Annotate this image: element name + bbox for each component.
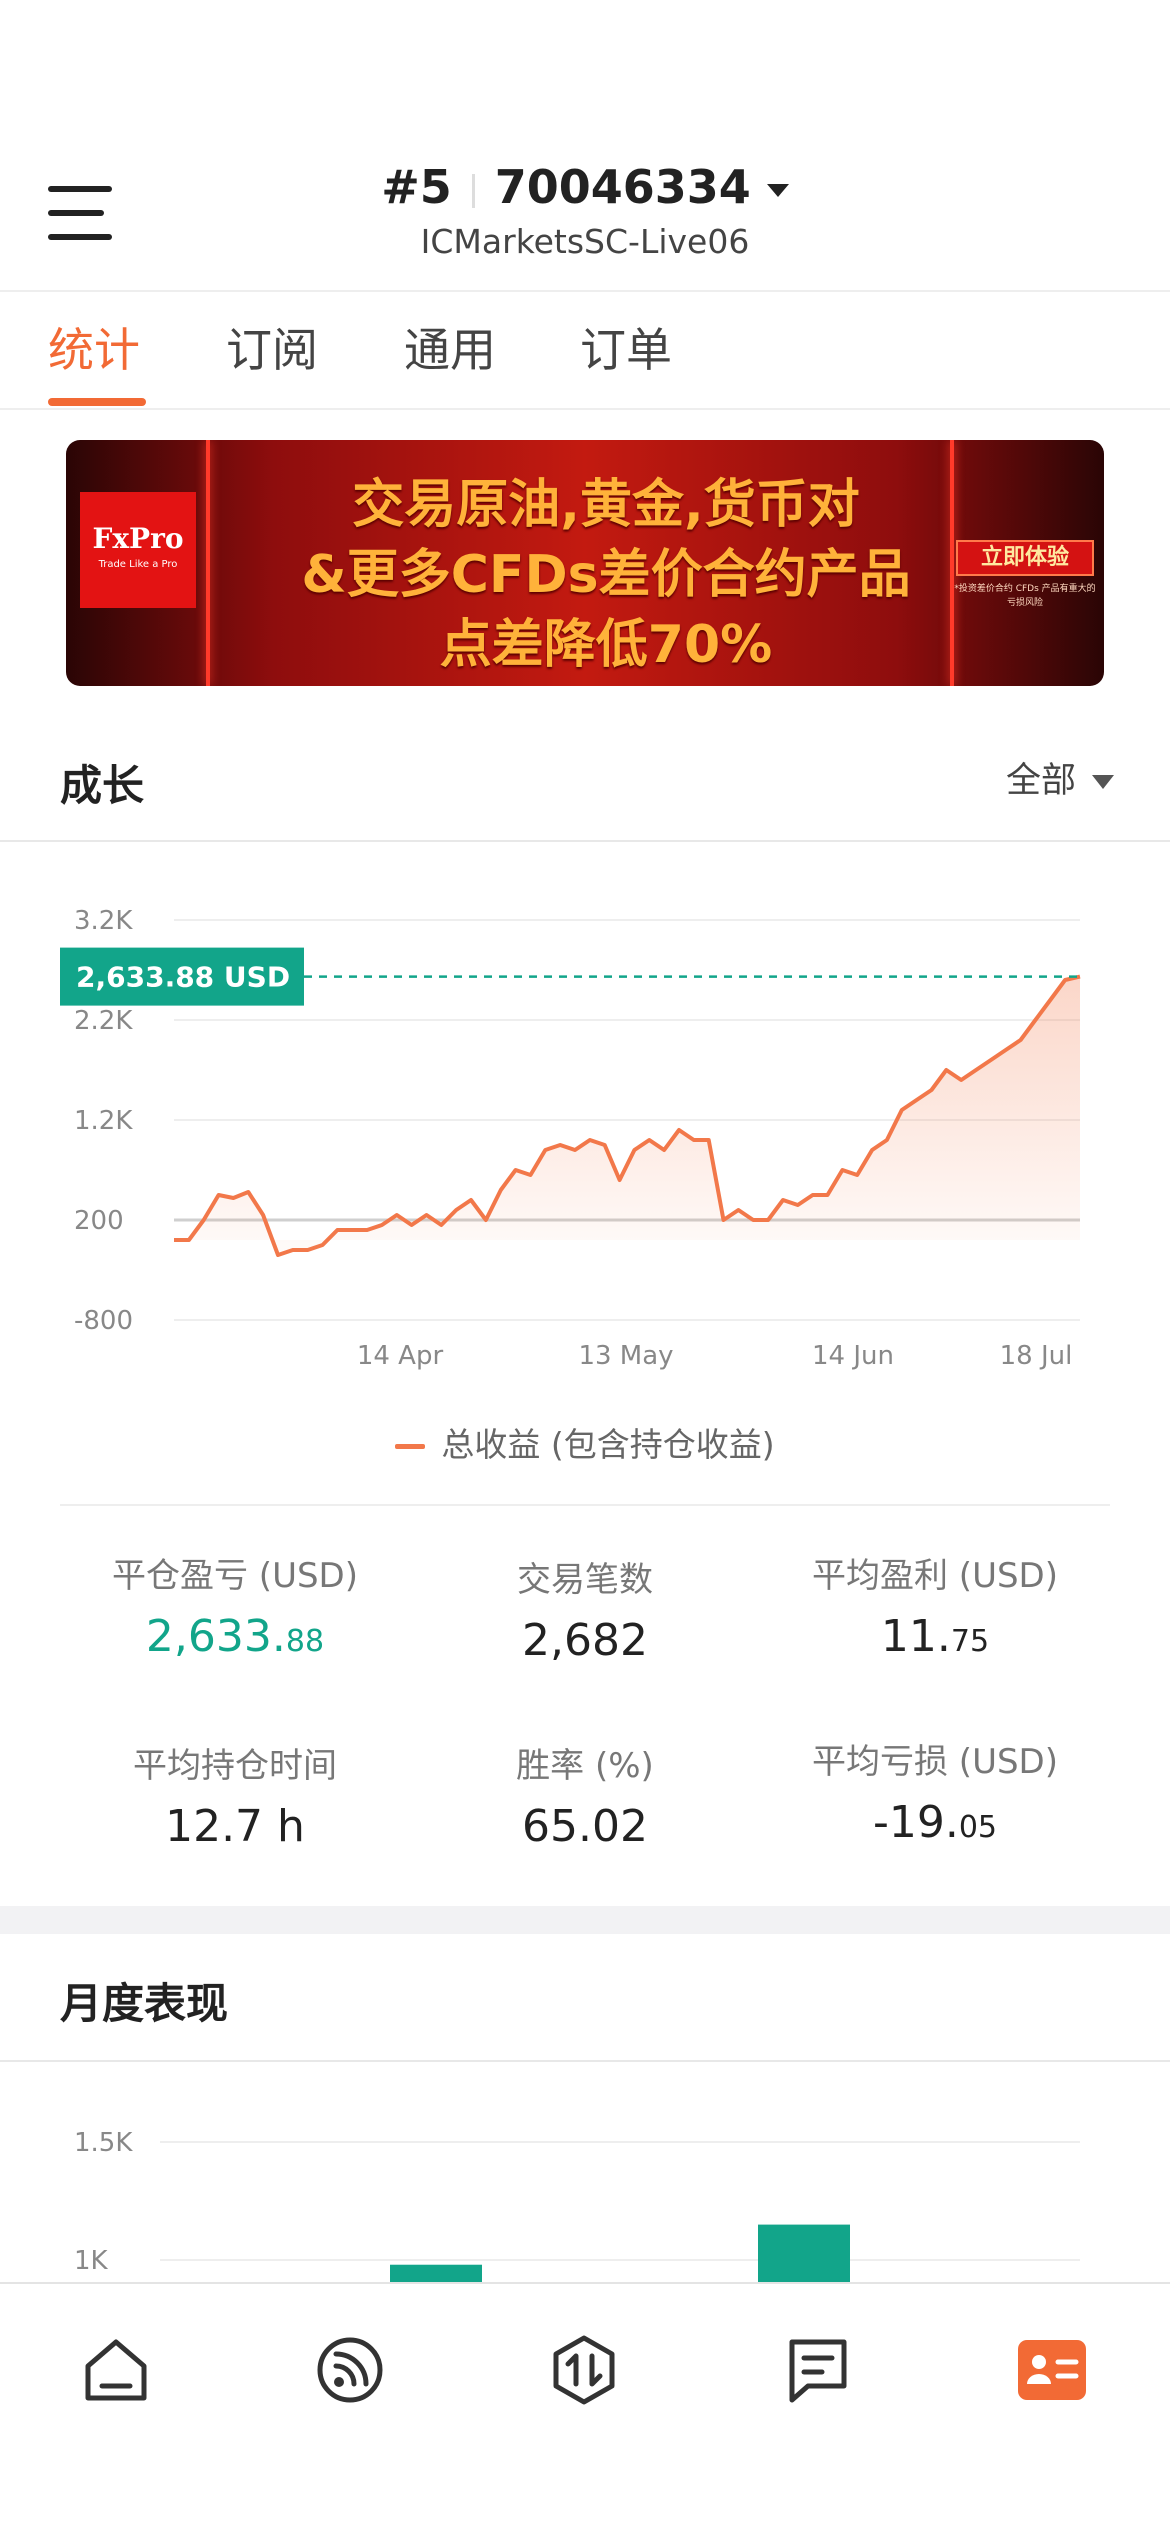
y-tick-label: -800 xyxy=(74,1306,133,1336)
current-value-badge: 2,633.88 USD xyxy=(60,947,304,1006)
separator xyxy=(471,173,475,208)
stat-label: 平均亏损 (USD) xyxy=(812,1742,1058,1782)
stat-label: 交易笔数 xyxy=(517,1560,653,1600)
monthly-chart[interactable]: 1.5K 1K xyxy=(0,2064,1170,2282)
x-tick-label: 18 Jul xyxy=(1000,1341,1073,1371)
stat-int: 2,682 xyxy=(522,1615,648,1666)
stat-int: 11. xyxy=(880,1611,951,1662)
stat-value: 2,633.88 xyxy=(40,1611,430,1662)
monthly-bar[interactable] xyxy=(758,2224,850,2282)
y-tick-label: 2.2K xyxy=(74,1006,133,1036)
stat-value: 11.75 xyxy=(740,1611,1130,1662)
home-icon[interactable] xyxy=(76,2330,156,2410)
try-now-button[interactable]: 立即体验 xyxy=(956,540,1094,576)
stat-label: 胜率 (%) xyxy=(516,1746,654,1786)
stat-dec: 05 xyxy=(958,1810,998,1845)
growth-area xyxy=(174,976,1080,1255)
caret-down-icon xyxy=(766,184,789,197)
range-label: 全部 xyxy=(1005,761,1076,801)
promo-line-1: 交易原油,黄金,货币对 xyxy=(352,475,860,535)
legend-label: 总收益 (包含持仓收益) xyxy=(441,1425,775,1464)
account-index: #5 xyxy=(381,160,452,214)
active-tab-indicator xyxy=(48,398,146,406)
stat-avg-hold-time: 平均持仓时间 12.7 h xyxy=(40,1738,430,1852)
section-gap xyxy=(0,1906,1170,1934)
stat-int: -19. xyxy=(872,1797,959,1848)
caret-down-icon xyxy=(1092,775,1114,789)
app-header: #5 70046334 ICMarketsSC-Live06 xyxy=(0,0,1170,292)
promo-line-2: &更多CFDs差价合约产品 xyxy=(301,545,911,605)
stat-win-rate: 胜率 (%) 65.02 xyxy=(390,1738,780,1852)
x-tick-label: 14 Apr xyxy=(357,1341,444,1371)
stat-value: -19.05 xyxy=(740,1797,1130,1848)
monthly-chart-svg: 1.5K 1K xyxy=(74,2128,1080,2282)
y-tick-label: 1K xyxy=(74,2246,109,2276)
growth-chart-svg: 3.2K 2.2K 1.2K 200 -800 14 Apr 13 May 14 Jun 18… xyxy=(60,906,1081,1371)
stat-value: 65.02 xyxy=(390,1801,780,1852)
stat-avg-profit: 平均盈利 (USD) 11.75 xyxy=(740,1548,1130,1662)
stat-label: 平仓盈亏 (USD) xyxy=(112,1556,358,1596)
stat-value: 2,682 xyxy=(390,1615,780,1666)
account-selector[interactable]: #5 70046334 xyxy=(0,160,1170,214)
stat-int: 12.7 h xyxy=(165,1801,305,1852)
range-selector[interactable]: 全部 xyxy=(1006,752,1114,803)
feed-icon[interactable] xyxy=(310,2330,390,2410)
account-number: 70046334 xyxy=(494,160,751,214)
tab-stats[interactable]: 统计 xyxy=(48,314,140,380)
badge-text: 2,633.88 USD xyxy=(76,961,290,994)
divider xyxy=(60,1504,1110,1506)
server-name: ICMarketsSC-Live06 xyxy=(420,222,750,261)
fxpro-logo: FxPro Trade Like a Pro xyxy=(80,492,196,608)
stat-trade-count: 交易笔数 2,682 xyxy=(390,1552,780,1666)
trade-icon[interactable] xyxy=(544,2330,624,2410)
monthly-bar[interactable] xyxy=(390,2264,482,2282)
legend-swatch xyxy=(395,1444,426,1449)
tab-bar: 统计 订阅 通用 订单 xyxy=(0,292,1170,410)
stat-dec: 75 xyxy=(950,1624,990,1659)
stat-int: 65.02 xyxy=(522,1801,648,1852)
x-tick-label: 13 May xyxy=(578,1341,673,1371)
banner-line-left xyxy=(206,440,210,686)
growth-chart[interactable]: 3.2K 2.2K 1.2K 200 -800 14 Apr 13 May 14 Jun 18… xyxy=(0,844,1170,1404)
brand-tagline: Trade Like a Pro xyxy=(98,559,178,570)
chart-legend: 总收益 (包含持仓收益) xyxy=(0,1418,1170,1466)
tab-orders[interactable]: 订单 xyxy=(580,314,672,380)
profile-card-icon[interactable] xyxy=(1012,2330,1092,2410)
divider xyxy=(0,2060,1170,2062)
stat-value: 12.7 h xyxy=(40,1801,430,1852)
chat-icon[interactable] xyxy=(778,2330,858,2410)
stat-avg-loss: 平均亏损 (USD) -19.05 xyxy=(740,1734,1130,1848)
stat-label: 平均盈利 (USD) xyxy=(812,1556,1058,1596)
y-tick-label: 1.5K xyxy=(74,2128,133,2158)
tab-subscribe[interactable]: 订阅 xyxy=(226,314,318,380)
y-tick-label: 200 xyxy=(74,1206,124,1236)
risk-note: *投资差价合约 CFDs 产品有重大的亏损风险 xyxy=(954,584,1096,608)
y-tick-label: 1.2K xyxy=(74,1106,133,1136)
stat-label: 平均持仓时间 xyxy=(133,1746,337,1786)
brand-name: FxPro xyxy=(92,522,184,555)
stat-dec: 88 xyxy=(285,1624,325,1659)
monthly-title: 月度表现 xyxy=(60,1979,229,2028)
growth-title: 成长 xyxy=(60,761,145,810)
stat-int: 2,633. xyxy=(145,1611,286,1662)
x-tick-label: 14 Jun xyxy=(812,1341,894,1371)
stat-closed-pnl: 平仓盈亏 (USD) 2,633.88 xyxy=(40,1548,430,1662)
stats-grid: 平仓盈亏 (USD) 2,633.88 交易笔数 2,682 平均盈利 (USD… xyxy=(0,1548,1170,1908)
tab-general[interactable]: 通用 xyxy=(404,314,496,380)
promo-banner[interactable]: FxPro Trade Like a Pro 交易原油,黄金,货币对 &更多CF… xyxy=(66,440,1104,686)
y-tick-label: 3.2K xyxy=(74,906,133,936)
promo-line-3: 点差降低70% xyxy=(439,615,773,675)
divider xyxy=(0,840,1170,842)
bottom-nav xyxy=(0,2282,1170,2532)
